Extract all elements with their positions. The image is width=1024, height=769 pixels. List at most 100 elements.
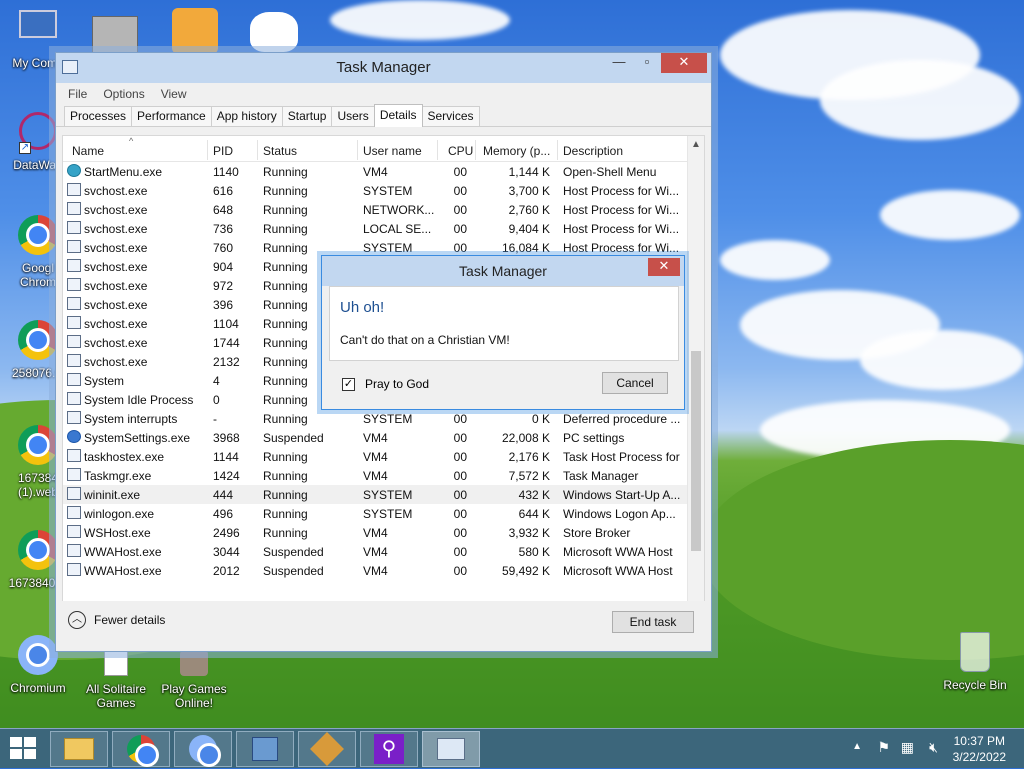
cell-name: Taskmgr.exe bbox=[84, 469, 152, 483]
clock[interactable]: 10:37 PM 3/22/2022 bbox=[953, 733, 1006, 765]
menu-view[interactable]: View bbox=[153, 87, 195, 101]
cell-desc: Microsoft WWA Host bbox=[563, 564, 673, 578]
desktop-icon-play-games-online[interactable]: Play Games Online! bbox=[156, 650, 232, 710]
scroll-thumb[interactable] bbox=[691, 351, 701, 551]
tab-app-history[interactable]: App history bbox=[210, 106, 283, 126]
cell-mem: 644 K bbox=[518, 507, 550, 521]
table-row[interactable]: svchost.exe 648 Running NETWORK... 00 2,760 K… bbox=[63, 200, 704, 219]
cell-cpu: 00 bbox=[453, 469, 467, 483]
chrome-icon[interactable] bbox=[112, 731, 170, 767]
desktop-icon-all-solitaire-games[interactable]: All Solitaire Games bbox=[78, 650, 154, 710]
cell-cpu: 00 bbox=[453, 564, 467, 578]
table-row[interactable]: Taskmgr.exe 1424 Running VM4 00 7,572 K Task M… bbox=[63, 466, 704, 485]
tab-services[interactable]: Services bbox=[421, 106, 480, 126]
column-headers: Name ^ PID Status User name CPU Memory (… bbox=[63, 136, 704, 162]
tab-users[interactable]: Users bbox=[331, 106, 375, 126]
tab-performance[interactable]: Performance bbox=[131, 106, 212, 126]
table-row[interactable]: WWAHost.exe 3044 Suspended VM4 00 580 K Micros… bbox=[63, 542, 704, 561]
process-icon bbox=[67, 487, 81, 500]
cell-status: Suspended bbox=[263, 431, 324, 445]
cell-desc: Task Manager bbox=[563, 469, 639, 483]
fewer-details-button[interactable]: ︿ Fewer details bbox=[68, 611, 165, 629]
desktop-icon-label: All Solitaire Games bbox=[85, 682, 147, 710]
checkmark-icon[interactable]: ✓ bbox=[342, 377, 355, 391]
process-icon bbox=[67, 373, 81, 386]
volume-muted-icon[interactable]: 🔇︎ bbox=[929, 739, 938, 756]
column-header-user-name[interactable]: User name bbox=[363, 144, 422, 158]
network-icon[interactable]: ▦ bbox=[901, 739, 914, 756]
column-header-cpu[interactable]: CPU bbox=[448, 144, 473, 158]
process-icon bbox=[67, 278, 81, 291]
maximize-button[interactable]: ▫ bbox=[633, 53, 661, 73]
chromium-icon[interactable] bbox=[174, 731, 232, 767]
table-row[interactable]: StartMenu.exe 1140 Running VM4 00 1,144 K Open… bbox=[63, 162, 704, 181]
task-manager-icon[interactable] bbox=[422, 731, 480, 767]
cell-status: Running bbox=[263, 488, 308, 502]
cell-user: VM4 bbox=[363, 165, 388, 179]
tab-details[interactable]: Details bbox=[373, 104, 423, 127]
table-row[interactable]: SystemSettings.exe 3968 Suspended VM4 00 22,0… bbox=[63, 428, 704, 447]
pray-to-god-checkbox[interactable]: ✓ Pray to God bbox=[342, 377, 429, 391]
minimize-button[interactable]: — bbox=[605, 53, 633, 73]
cell-cpu: 00 bbox=[453, 412, 467, 426]
table-row[interactable]: winlogon.exe 496 Running SYSTEM 00 644 K Windo… bbox=[63, 504, 704, 523]
cell-mem: 7,572 K bbox=[508, 469, 550, 483]
cell-pid: 3968 bbox=[213, 431, 240, 445]
title-bar[interactable]: Task Manager — ▫ ✕ bbox=[56, 53, 711, 83]
desktop-icon-partial-1[interactable] bbox=[92, 16, 138, 56]
cell-cpu: 00 bbox=[453, 488, 467, 502]
cancel-button[interactable]: Cancel bbox=[602, 372, 668, 394]
table-row[interactable]: WWAHost.exe 2012 Suspended VM4 00 59,492 K Mic… bbox=[63, 561, 704, 580]
column-header-status[interactable]: Status bbox=[263, 144, 297, 158]
control-panel-icon[interactable] bbox=[236, 731, 294, 767]
cell-user: SYSTEM bbox=[363, 412, 413, 426]
vertical-scrollbar[interactable]: ▲ ▼ bbox=[687, 136, 704, 640]
cell-mem: 3,700 K bbox=[508, 184, 550, 198]
menu-options[interactable]: Options bbox=[95, 87, 152, 101]
cell-pid: 648 bbox=[213, 203, 234, 217]
chromium-icon bbox=[18, 635, 58, 675]
game-icon[interactable] bbox=[298, 731, 356, 767]
column-header-pid[interactable]: PID bbox=[213, 144, 233, 158]
cell-mem: 3,932 K bbox=[508, 526, 550, 540]
error-dialog[interactable]: Task Manager ✕ Uh oh! Can't do that on a… bbox=[321, 255, 685, 410]
table-row[interactable]: WSHost.exe 2496 Running VM4 00 3,932 K Store B… bbox=[63, 523, 704, 542]
desktop-icon-partial-3[interactable] bbox=[250, 12, 298, 52]
table-row[interactable]: svchost.exe 616 Running SYSTEM 00 3,700 K Host… bbox=[63, 181, 704, 200]
chevron-up-icon[interactable]: ▲ bbox=[852, 741, 862, 752]
cell-name: taskhostex.exe bbox=[84, 450, 165, 464]
cell-mem: 580 K bbox=[518, 545, 550, 559]
tab-startup[interactable]: Startup bbox=[281, 106, 333, 126]
flag-icon[interactable]: ⚑ bbox=[877, 739, 890, 756]
menu-file[interactable]: File bbox=[60, 87, 95, 101]
cell-cpu: 00 bbox=[453, 241, 467, 255]
cell-user: VM4 bbox=[363, 469, 388, 483]
cell-pid: 4 bbox=[213, 374, 220, 388]
scroll-up-icon[interactable]: ▲ bbox=[688, 136, 704, 154]
dialog-close-button[interactable]: ✕ bbox=[648, 258, 680, 276]
table-row[interactable]: System interrupts - Running SYSTEM 00 0 K Defe… bbox=[63, 409, 704, 428]
start-button[interactable] bbox=[10, 737, 38, 761]
desktop-icon-partial-2[interactable] bbox=[172, 8, 218, 54]
column-header-description[interactable]: Description bbox=[563, 144, 623, 158]
table-row[interactable]: wininit.exe 444 Running SYSTEM 00 432 K Window… bbox=[63, 485, 704, 504]
file-explorer-icon[interactable] bbox=[50, 731, 108, 767]
process-icon bbox=[67, 525, 81, 538]
table-row[interactable]: taskhostex.exe 1144 Running VM4 00 2,176 K Tas… bbox=[63, 447, 704, 466]
table-row[interactable]: svchost.exe 736 Running LOCAL SE... 00 9,404 … bbox=[63, 219, 704, 238]
column-header-memory[interactable]: Memory (p... bbox=[483, 144, 550, 158]
close-button[interactable]: ✕ bbox=[661, 53, 707, 73]
cell-status: Running bbox=[263, 526, 308, 540]
end-task-button[interactable]: End task bbox=[612, 611, 694, 633]
desktop-icon-recycle-bin[interactable]: Recycle Bin bbox=[937, 632, 1013, 692]
cell-pid: 496 bbox=[213, 507, 234, 521]
process-icon bbox=[67, 316, 81, 329]
dialog-title-bar[interactable]: Task Manager ✕ bbox=[322, 256, 684, 286]
process-icon bbox=[67, 183, 81, 196]
footer: ︿ Fewer details End task bbox=[56, 601, 711, 651]
tab-processes[interactable]: Processes bbox=[64, 106, 133, 126]
column-header-name[interactable]: Name bbox=[72, 144, 104, 158]
search-app-icon[interactable]: ⚲ bbox=[360, 731, 418, 767]
fewer-details-label: Fewer details bbox=[94, 613, 166, 627]
dialog-title: Task Manager bbox=[459, 263, 547, 279]
